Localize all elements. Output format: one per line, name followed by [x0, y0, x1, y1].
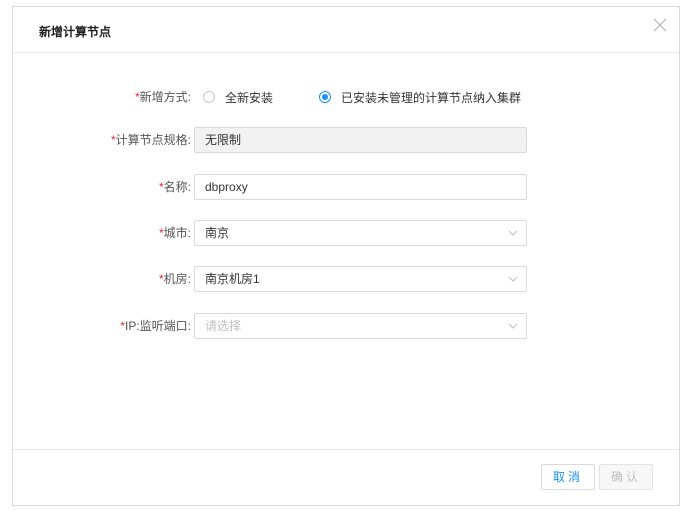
label-text: 名称: [163, 180, 191, 194]
room-row: *机房: 南京机房1 [13, 266, 679, 292]
confirm-button[interactable]: 确认 [599, 464, 653, 490]
add-mode-radio-group: 全新安装 已安装未管理的计算节点纳入集群 [203, 84, 521, 110]
cancel-button[interactable]: 取消 [541, 464, 595, 490]
dialog-header: 新增计算节点 [13, 7, 679, 53]
room-label: *机房: [159, 266, 191, 292]
dialog-title: 新增计算节点 [39, 25, 112, 39]
label-text: 机房: [163, 272, 191, 286]
radio-fresh-install[interactable]: 全新安装 [203, 89, 273, 106]
name-row: *名称: dbproxy [13, 174, 679, 200]
radio-adopt-existing[interactable]: 已安装未管理的计算节点纳入集群 [319, 89, 521, 106]
chevron-down-icon [508, 276, 518, 282]
spec-label: *计算节点规格: [111, 127, 191, 153]
radio-circle-checked[interactable] [319, 91, 332, 103]
ip-port-row: *IP:监听端口: 请选择 [13, 313, 679, 339]
select-placeholder: 请选择 [205, 319, 242, 333]
label-text: 城市: [163, 226, 191, 240]
label-text: 新增方式: [139, 90, 191, 104]
select-value: 南京 [205, 226, 230, 240]
select-value: 南京机房1 [205, 272, 260, 286]
label-text: 计算节点规格: [115, 133, 191, 147]
spec-row: *计算节点规格: 无限制 [13, 127, 679, 153]
room-select[interactable]: 南京机房1 [194, 266, 527, 292]
radio-label: 已安装未管理的计算节点纳入集群 [341, 90, 522, 105]
city-row: *城市: 南京 [13, 220, 679, 246]
chevron-down-icon [508, 323, 518, 329]
radio-label: 全新安装 [225, 90, 274, 105]
radio-circle[interactable] [203, 91, 215, 103]
label-text: IP:监听端口: [124, 319, 191, 333]
add-mode-label: *新增方式: [135, 84, 191, 110]
close-icon[interactable] [651, 16, 669, 34]
name-input[interactable]: dbproxy [194, 174, 527, 200]
ip-port-select[interactable]: 请选择 [194, 313, 527, 339]
add-compute-node-dialog: 新增计算节点 *新增方式: 全新安装 已安装未管理的计算节点纳入集群 *计算节点… [12, 6, 680, 506]
dialog-footer: 取消 确认 [13, 449, 679, 505]
city-label: *城市: [159, 220, 191, 246]
name-label: *名称: [159, 174, 191, 200]
ip-port-label: *IP:监听端口: [120, 313, 191, 339]
spec-field: 无限制 [194, 127, 527, 153]
add-mode-row: *新增方式: 全新安装 已安装未管理的计算节点纳入集群 [13, 84, 679, 110]
city-select[interactable]: 南京 [194, 220, 527, 246]
chevron-down-icon [508, 230, 518, 236]
